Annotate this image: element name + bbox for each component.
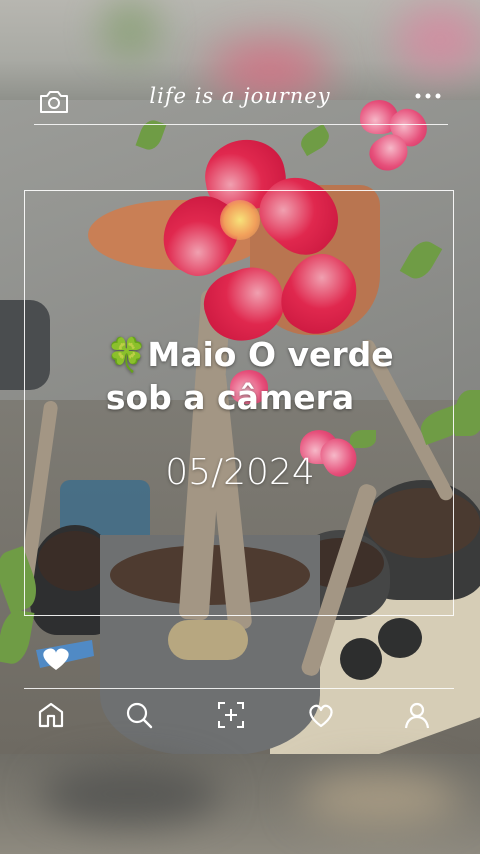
top-bar: life is a journey [30,84,450,125]
bottom-blur-area [0,754,480,854]
more-dots-icon[interactable] [414,90,444,104]
search-icon[interactable] [124,700,154,730]
like-badge[interactable] [36,640,94,670]
page-title: life is a journey [149,84,331,108]
caption-date: 05/2024 [165,452,315,493]
caption-line-2: sob a câmera [105,378,355,417]
caption-line-1: Maio O verde [147,335,394,374]
heart-icon[interactable] [306,700,336,730]
add-icon[interactable] [216,700,246,730]
bottom-nav [24,688,454,738]
bottom-divider [24,688,454,689]
home-icon[interactable] [36,700,66,730]
profile-icon[interactable] [402,700,432,730]
top-divider [34,124,448,125]
clover-icon: 🍀 [106,335,148,374]
small-pot [378,618,422,658]
camera-icon[interactable] [38,88,70,116]
caption-headline: 🍀Maio O verde sob a câmera [40,333,460,419]
small-pot [340,638,382,680]
